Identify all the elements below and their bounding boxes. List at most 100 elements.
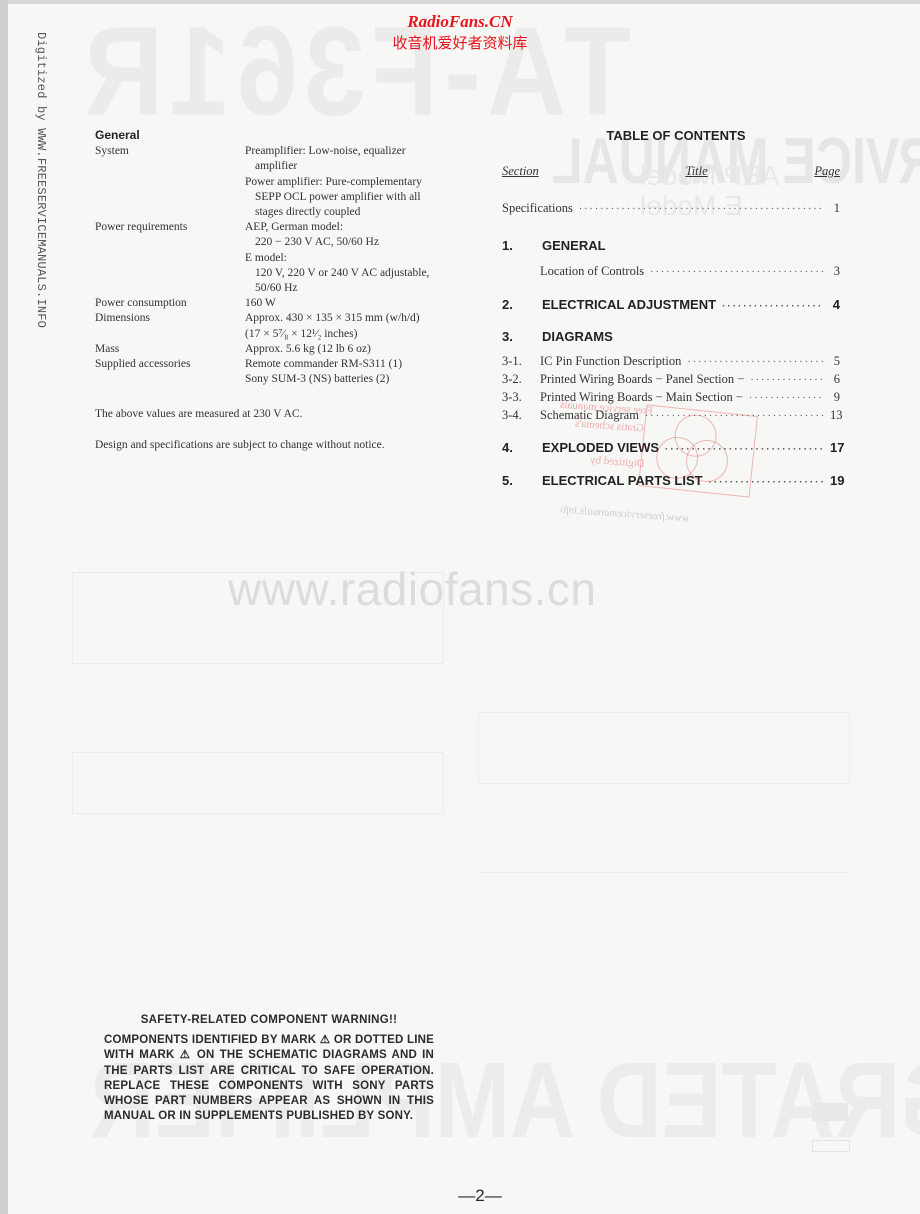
toc-entry-title: Specifications [502,201,573,215]
spec-values: 160 W [245,296,455,311]
toc-leader-dots: ········································… [750,375,824,386]
spec-values: Preamplifier: Low-noise, equalizer amplif… [245,144,455,220]
spec-values: AEP, German model: 220 − 230 V AC, 50/60 … [245,220,455,296]
spec-value-line: Sony SUM-3 (NS) batteries (2) [245,373,390,386]
toc-entry-title: GENERAL [542,238,606,253]
spec-row: Supplied accessories Remote commander RM-… [95,357,455,387]
toc-header: Section Title Page [502,164,840,179]
toc-entry: Location of Controls ····················… [502,264,840,279]
red-stamp [638,404,758,498]
toc-col-title: Title [685,164,708,178]
toc-entry-number: 3-2. [502,372,522,386]
warning-title: SAFETY-RELATED COMPONENT WARNING!! [140,1014,398,1026]
faint-table [72,752,444,814]
spec-label: Power requirements [95,221,188,234]
toc-entry-page: 1 [833,201,840,215]
spec-label: Dimensions [95,312,150,325]
spec-value-line: 120 V, 220 V or 240 V AC adjustable, [255,266,430,279]
toc-entry-number: 5. [502,473,513,488]
brand-chinese: 收音机爱好者资料库 [392,34,528,52]
brand-watermark: RadioFans.CN 收音机爱好者资料库 [0,12,920,54]
spec-value-line: 160 W [245,297,276,310]
toc-entry: 3-1. IC Pin Function Description ·········… [502,354,840,369]
toc-col-section: Section [502,164,539,178]
spec-value-line: Approx. 5.6 kg (12 lb 6 oz) [245,342,371,355]
faint-rule [480,872,850,873]
toc-leader-dots: ········································… [578,204,824,215]
spec-label: Mass [95,342,120,355]
spec-row: Power consumption 160 W [95,296,455,311]
faint-corner-logo [812,1103,848,1121]
spec-value-line: SEPP OCL power amplifier with all [255,190,421,203]
toc-leader-dots: ········································… [748,393,824,404]
spec-row: Power requirements AEP, German model: 220 … [95,220,455,296]
spec-values: Remote commander RM-S311 (1) Sony SUM-3 (… [245,357,455,387]
safety-warning: SAFETY-RELATED COMPONENT WARNING!! COMPO… [104,1014,434,1125]
spec-label: Power consumption [95,297,187,310]
toc-entry-page: 6 [833,372,840,386]
toc-leader-dots: ········································… [687,357,824,368]
toc-entry-number: 2. [502,297,513,312]
center-watermark: www.radiofans.cn [228,563,597,615]
page-number: —2— [458,1186,502,1205]
toc-col-page: Page [814,164,840,178]
specs-heading: General [95,128,140,142]
toc-entry-title: IC Pin Function Description [540,354,682,368]
spec-row: Mass Approx. 5.6 kg (12 lb 6 oz) [95,342,455,357]
toc-entry-number: 3-1. [502,354,522,368]
toc-entry-page: 17 [830,440,845,455]
toc-entry-page: 5 [833,354,840,368]
toc-entry: 2. ELECTRICAL ADJUSTMENT ·················… [502,297,840,312]
spec-value-line: AEP, German model: [245,221,344,234]
toc-entry-title: Printed Wiring Boards − Panel Section − [540,372,745,386]
spec-value-line: 50/60 Hz [255,282,298,295]
spec-value-line: 220 − 230 V AC, 50/60 Hz [255,236,379,249]
spec-row: System Preamplifier: Low-noise, equalizer… [95,144,455,220]
spec-value-line: Preamplifier: Low-noise, equalizer [245,145,406,158]
spec-label: System [95,145,129,158]
toc-title: TABLE OF CONTENTS [606,128,746,143]
spec-value-line: stages directly coupled [255,206,361,219]
toc-entry: 1. GENERAL [502,238,840,253]
toc-entry-page: 3 [833,264,840,278]
toc-entry-number: 1. [502,238,513,253]
stamp-text: www.freeservicemanuals.info [559,503,690,525]
toc-entry-number: 3. [502,329,513,344]
spec-note-voltage: The above values are measured at 230 V A… [95,408,303,421]
faint-corner-box [812,1140,850,1152]
spec-note-change: Design and specifications are subject to… [95,438,385,451]
toc-entry: Specifications ··························… [502,201,840,216]
spec-value-line: Approx. 430 × 135 × 315 mm (w/h/d) [245,312,420,325]
spec-value-line: Remote commander RM-S311 (1) [245,358,403,371]
toc-entry-title: Location of Controls [540,264,645,278]
brand-english: RadioFans.CN [407,12,513,31]
digitized-by-note: Digitized by WWW.FREESERVICEMANUALS.INFO [34,32,48,329]
toc-entry-number: 3-4. [502,408,522,422]
specifications-section: General System Preamplifier: Low-noise, e… [95,128,455,453]
spec-value-line: (17 × 5⁷⁄₈ × 12¹⁄₂ inches) [245,327,358,340]
toc-entry-page: 13 [830,408,843,422]
toc-leader-dots: ········································… [650,267,824,278]
toc-entry-number: 4. [502,440,513,455]
toc-entry-page: 19 [830,473,845,488]
spec-row: Dimensions Approx. 430 × 135 × 315 mm (w/… [95,311,455,341]
specs-list: System Preamplifier: Low-noise, equalizer… [95,144,455,387]
toc-entry-page: 9 [833,390,840,404]
toc-entry-title: ELECTRICAL ADJUSTMENT [542,297,717,312]
spec-values: Approx. 5.6 kg (12 lb 6 oz) [245,342,455,357]
spec-label: Supplied accessories [95,358,191,371]
toc-entry: 3-3. Printed Wiring Boards − Main Section… [502,390,840,405]
toc-entry-title: DIAGRAMS [542,329,613,344]
spec-value-line: amplifier [255,160,298,173]
faint-table [478,712,850,784]
spec-value-line: Power amplifier: Pure-complementary [245,175,422,188]
scan-left-edge [0,0,8,1214]
toc-entry: 3. DIAGRAMS [502,329,840,344]
spec-values: Approx. 430 × 135 × 315 mm (w/h/d) (17 × … [245,311,455,341]
toc-entry-number: 3-3. [502,390,522,404]
toc-leader-dots: ········································… [722,301,824,312]
toc-entry-page: 4 [832,297,840,312]
spec-value-line: E model: [245,251,287,264]
toc-entry: 3-2. Printed Wiring Boards − Panel Sectio… [502,372,840,387]
warning-body: COMPONENTS IDENTIFIED BY MARK ⚠ OR DOTTE… [104,1034,434,1123]
